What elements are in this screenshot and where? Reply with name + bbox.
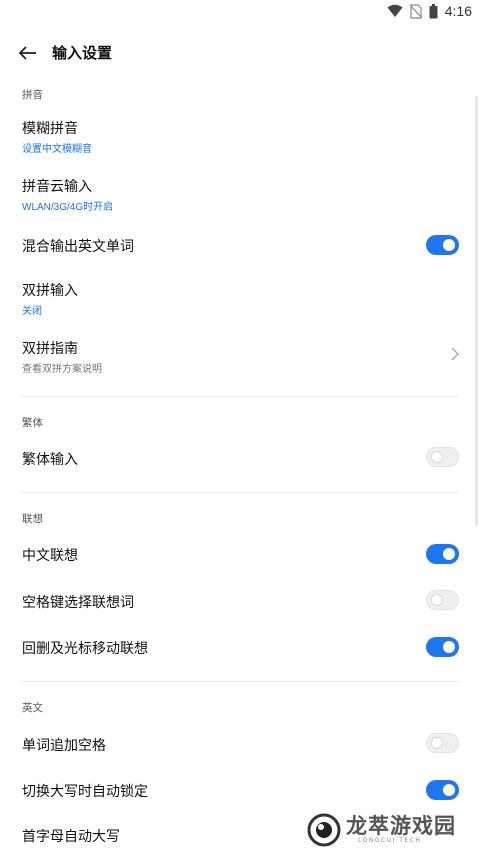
setting-title: 模糊拼音 xyxy=(22,121,78,137)
mixed-english-toggle[interactable] xyxy=(426,235,459,255)
toggle-knob xyxy=(443,641,455,653)
word-space-toggle[interactable] xyxy=(426,733,459,753)
no-sim-icon xyxy=(409,3,422,19)
setting-title: 中文联想 xyxy=(22,548,78,564)
app-header: 输入设置 xyxy=(0,34,480,72)
watermark-logo: 龙萃游戏园 LONGCUI TECH xyxy=(306,808,476,852)
status-bar: 4:16 xyxy=(0,0,480,24)
delete-association-toggle[interactable] xyxy=(426,637,459,657)
setting-title: 首字母自动大写 xyxy=(22,829,120,845)
setting-title: 拼音云输入 xyxy=(22,179,92,195)
toggle-knob xyxy=(431,594,443,606)
toggle-knob xyxy=(443,548,455,560)
chinese-association-toggle[interactable] xyxy=(426,544,459,564)
setting-title: 回删及光标移动联想 xyxy=(22,641,148,657)
chevron-right-icon xyxy=(451,347,459,361)
traditional-input-toggle[interactable] xyxy=(426,447,459,467)
space-select-toggle[interactable] xyxy=(426,590,459,610)
setting-subtitle: 关闭 xyxy=(22,306,42,317)
section-title-english: 英文 xyxy=(22,702,43,714)
settings-screen: 4:16 输入设置 拼音 模糊拼音 设置中文模糊音 拼音云输入 WLAN/3G/… xyxy=(0,0,480,854)
setting-subtitle: WLAN/3G/4G时开启 xyxy=(22,202,114,213)
toggle-knob xyxy=(431,737,443,749)
setting-subtitle: 查看双拼方案说明 xyxy=(22,364,102,375)
divider xyxy=(22,396,459,397)
section-title-traditional: 繁体 xyxy=(22,417,43,429)
setting-title: 双拼指南 xyxy=(22,341,78,357)
section-title-pinyin: 拼音 xyxy=(22,89,43,101)
setting-title: 混合输出英文单词 xyxy=(22,239,134,255)
toggle-knob xyxy=(443,239,455,251)
scrollbar[interactable] xyxy=(475,96,478,526)
watermark-text: 龙萃游戏园 xyxy=(346,814,456,838)
setting-title: 繁体输入 xyxy=(22,452,78,468)
setting-title: 单词追加空格 xyxy=(22,738,106,754)
setting-subtitle: 设置中文模糊音 xyxy=(22,144,92,155)
caps-lock-toggle[interactable] xyxy=(426,780,459,800)
setting-title: 空格键选择联想词 xyxy=(22,595,134,611)
wifi-icon xyxy=(387,4,403,17)
status-time: 4:16 xyxy=(444,3,472,19)
divider xyxy=(22,492,459,493)
section-title-association: 联想 xyxy=(22,513,43,525)
battery-icon xyxy=(429,3,438,18)
divider xyxy=(22,681,459,682)
back-arrow-icon[interactable] xyxy=(16,41,40,65)
logo-emblem-icon xyxy=(307,813,341,847)
toggle-knob xyxy=(431,451,443,463)
page-title: 输入设置 xyxy=(52,44,113,62)
toggle-knob xyxy=(443,784,455,796)
setting-title: 切换大写时自动锁定 xyxy=(22,784,148,800)
setting-title: 双拼输入 xyxy=(22,283,78,299)
watermark-subtext: LONGCUI TECH xyxy=(358,837,422,844)
